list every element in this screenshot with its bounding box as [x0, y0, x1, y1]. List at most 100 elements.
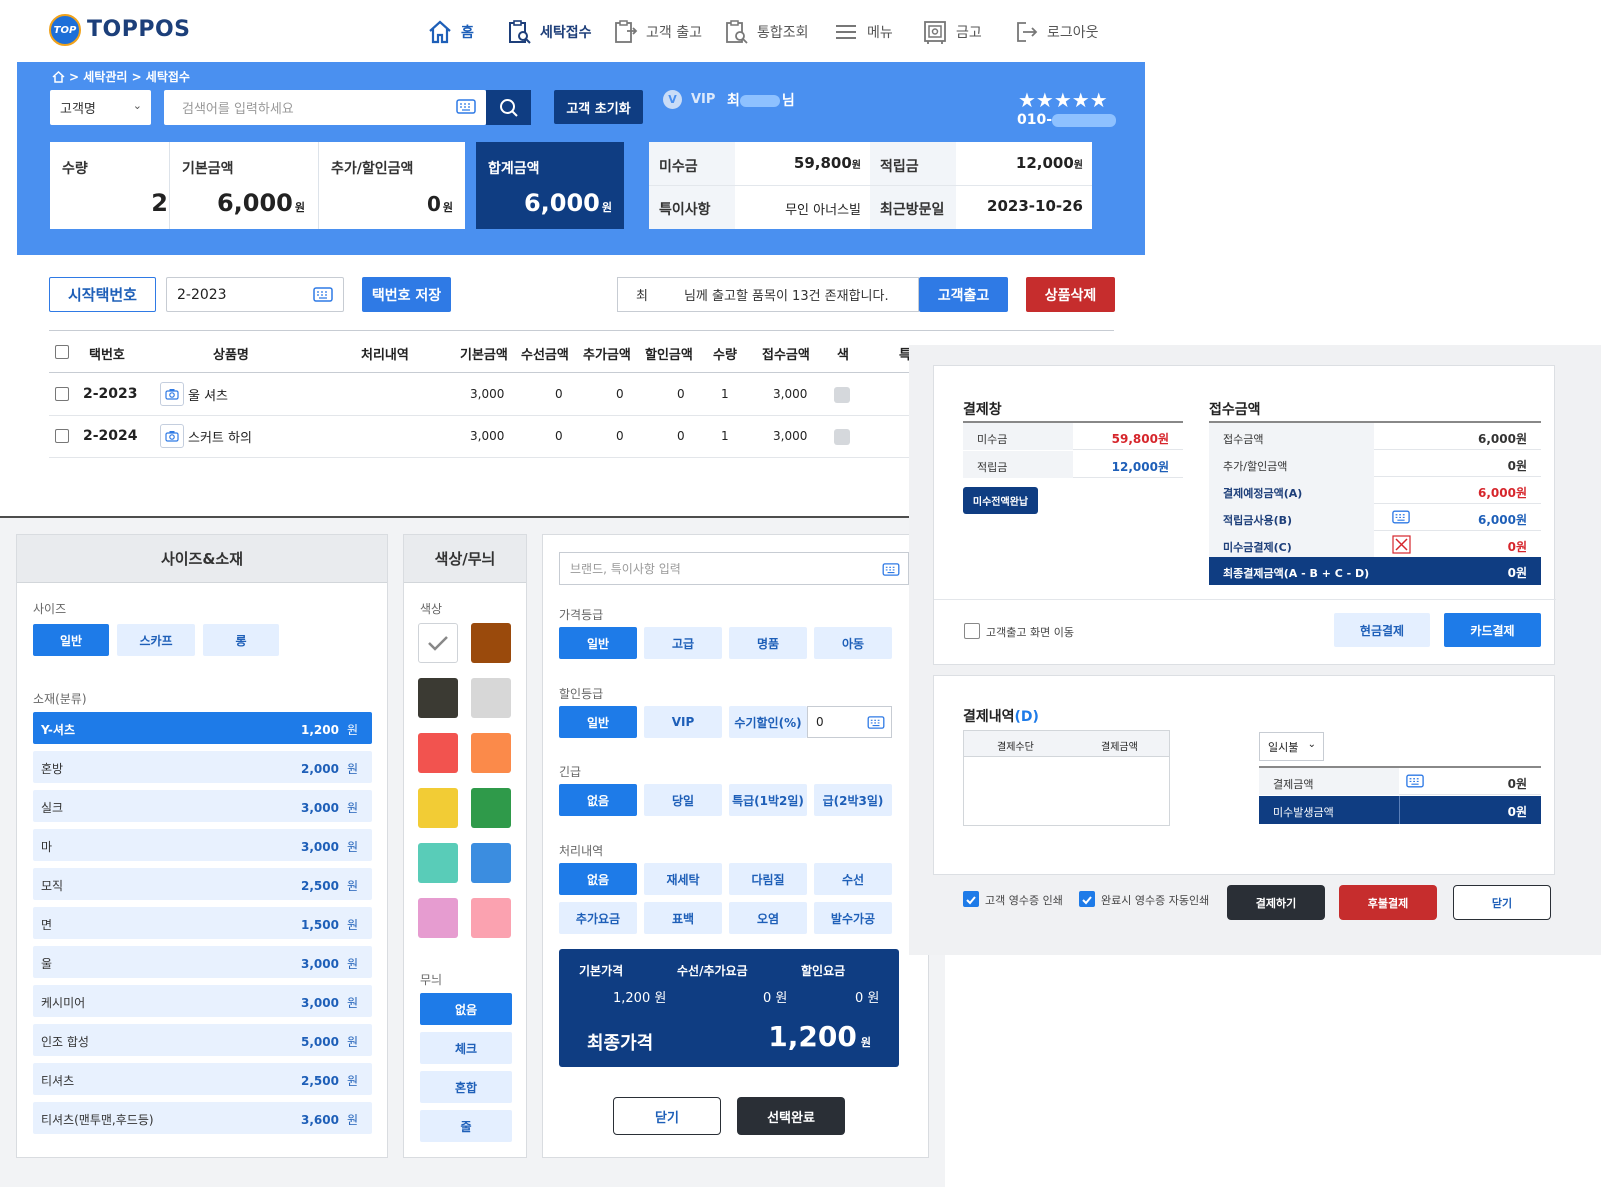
keyboard-icon[interactable]: [456, 99, 476, 114]
card-payment-button[interactable]: 카드결제: [1444, 613, 1541, 647]
material-item[interactable]: 케시미어 3,000 원: [33, 985, 372, 1017]
brand-name[interactable]: TOPPOS: [87, 17, 191, 42]
move-to-release-checkbox[interactable]: [964, 623, 980, 639]
tag-number-input[interactable]: 2-2023: [166, 277, 344, 312]
process-ironing-button[interactable]: 다림질: [729, 863, 807, 895]
process-rewash-button[interactable]: 재세탁: [644, 863, 722, 895]
pattern-check-button[interactable]: 체크: [420, 1032, 512, 1064]
material-item[interactable]: Y-셔츠 1,200 원: [33, 712, 372, 744]
search-button[interactable]: [486, 90, 531, 125]
color-swatch[interactable]: [418, 678, 458, 718]
color-swatch[interactable]: [418, 788, 458, 828]
material-item[interactable]: 인조 합성 5,000 원: [33, 1024, 372, 1056]
pattern-stripe-button[interactable]: 줄: [420, 1110, 512, 1142]
print-receipt-checkbox[interactable]: [963, 891, 979, 907]
won-unit: 원: [346, 723, 358, 737]
pattern-mixed-button[interactable]: 혼합: [420, 1071, 512, 1103]
process-bleach-button[interactable]: 표백: [644, 902, 722, 934]
material-item[interactable]: 혼방 2,000 원: [33, 751, 372, 783]
urgent-express-button[interactable]: 특급(1박2일): [729, 784, 807, 816]
pay-all-unpaid-button[interactable]: 미수전액완납: [963, 487, 1038, 514]
customer-release-button[interactable]: 고객출고: [919, 277, 1008, 312]
color-swatch[interactable]: [418, 898, 458, 938]
manual-discount-input[interactable]: 0: [807, 706, 892, 738]
material-price: 1,200 원: [301, 721, 358, 738]
discount-normal-button[interactable]: 일반: [559, 706, 637, 738]
points-label: 적립금: [977, 461, 1008, 474]
nav-customer-release[interactable]: 고객 출고: [612, 18, 702, 46]
process-none-button[interactable]: 없음: [559, 863, 637, 895]
grade-premium-button[interactable]: 고급: [644, 627, 722, 659]
select-done-button[interactable]: 선택완료: [737, 1097, 845, 1135]
cash-payment-button[interactable]: 현금결제: [1334, 613, 1430, 647]
color-swatch[interactable]: [418, 623, 458, 663]
grade-kids-button[interactable]: 아동: [814, 627, 892, 659]
manual-discount-button[interactable]: 수기할인(%): [729, 706, 807, 738]
color-swatch[interactable]: [471, 678, 511, 718]
nav-logout[interactable]: 로그아웃: [1013, 18, 1099, 46]
nav-laundry-intake[interactable]: 세탁접수: [506, 18, 592, 46]
row-checkbox[interactable]: [55, 387, 69, 401]
keyboard-icon[interactable]: [882, 563, 900, 576]
material-price-value: 3,000: [300, 840, 339, 854]
home-icon[interactable]: [52, 70, 65, 83]
material-item[interactable]: 울 3,000 원: [33, 946, 372, 978]
close-payment-button[interactable]: 닫기: [1453, 885, 1551, 920]
keyboard-icon[interactable]: [1406, 774, 1424, 788]
reset-customer-button[interactable]: 고객 초기화: [554, 90, 643, 124]
grade-normal-button[interactable]: 일반: [559, 627, 637, 659]
color-swatch[interactable]: [471, 898, 511, 938]
urgent-sameday-button[interactable]: 당일: [644, 784, 722, 816]
close-button[interactable]: 닫기: [613, 1097, 721, 1135]
camera-icon[interactable]: [160, 382, 184, 406]
nav-integrated-search[interactable]: 통합조회: [723, 18, 809, 46]
discount-vip-button[interactable]: VIP: [644, 706, 722, 738]
pay-button[interactable]: 결제하기: [1227, 885, 1325, 920]
material-item[interactable]: 마 3,000 원: [33, 829, 372, 861]
save-tag-button[interactable]: 택번호 저장: [362, 277, 451, 312]
color-swatch[interactable]: [471, 733, 511, 773]
search-type-select[interactable]: 고객명 ⌄: [50, 90, 151, 125]
brand-note-input[interactable]: 브랜드, 특이사항 입력: [559, 552, 909, 585]
material-item[interactable]: 티셔츠 2,500 원: [33, 1063, 372, 1095]
total-amount-value: 6,000 원: [524, 189, 612, 217]
nav-menu[interactable]: 메뉴: [833, 18, 893, 46]
process-stain-button[interactable]: 오염: [729, 902, 807, 934]
urgent-fast-button[interactable]: 급(2박3일): [814, 784, 892, 816]
deferred-payment-button[interactable]: 후불결제: [1339, 885, 1437, 920]
color-swatch[interactable]: [418, 843, 458, 883]
keyboard-icon[interactable]: [867, 716, 885, 729]
color-swatch[interactable]: [471, 788, 511, 828]
select-all-checkbox[interactable]: [55, 345, 69, 359]
color-swatch[interactable]: [471, 843, 511, 883]
size-scarf-button[interactable]: 스카프: [117, 624, 195, 656]
row-checkbox[interactable]: [55, 429, 69, 443]
grade-luxury-button[interactable]: 명품: [729, 627, 807, 659]
material-item[interactable]: 실크 3,000 원: [33, 790, 372, 822]
nav-home[interactable]: 홈: [427, 18, 474, 46]
start-tag-button[interactable]: 시작택번호: [49, 277, 156, 312]
process-extra-fee-button[interactable]: 추가요금: [559, 902, 637, 934]
received-row-value: 6,000원: [1478, 513, 1527, 527]
urgent-none-button[interactable]: 없음: [559, 784, 637, 816]
search-input[interactable]: 검색어를 입력하세요: [164, 90, 486, 125]
material-item[interactable]: 티셔츠(맨투맨,후드등) 3,600 원: [33, 1102, 372, 1134]
close-icon[interactable]: [1392, 535, 1411, 557]
color-swatch[interactable]: [418, 733, 458, 773]
material-price: 3,000 원: [301, 799, 358, 816]
process-repair-button[interactable]: 수선: [814, 863, 892, 895]
installment-select[interactable]: 일시불 ⌄: [1259, 732, 1324, 761]
delete-item-button[interactable]: 상품삭제: [1026, 277, 1115, 312]
material-item[interactable]: 면 1,500 원: [33, 907, 372, 939]
size-normal-button[interactable]: 일반: [33, 624, 109, 656]
pattern-none-button[interactable]: 없음: [420, 993, 512, 1025]
camera-icon[interactable]: [160, 424, 184, 448]
process-waterproof-button[interactable]: 발수가공: [814, 902, 892, 934]
material-item[interactable]: 모직 2,500 원: [33, 868, 372, 900]
size-long-button[interactable]: 롱: [203, 624, 279, 656]
auto-print-checkbox[interactable]: [1079, 891, 1095, 907]
nav-safe[interactable]: 금고: [922, 18, 982, 46]
keyboard-icon[interactable]: [1392, 509, 1410, 528]
color-swatch[interactable]: [471, 623, 511, 663]
keyboard-icon[interactable]: [313, 287, 333, 302]
